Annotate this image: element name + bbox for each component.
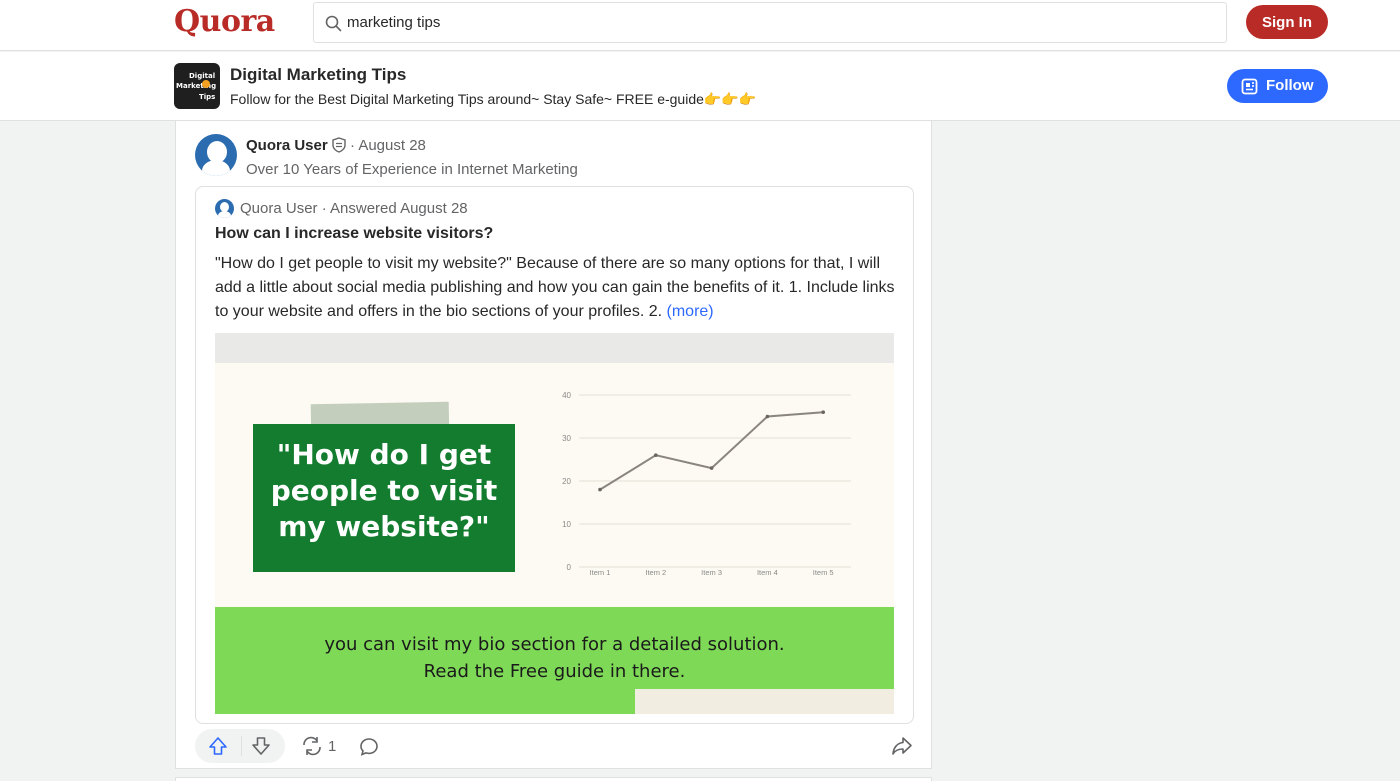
chart-x-tick-label: Item 1	[590, 568, 611, 577]
chart-x-tick-label: Item 5	[813, 568, 834, 577]
vote-divider	[241, 736, 242, 756]
space-avatar-text: Digital	[189, 72, 216, 80]
shared-answer[interactable]: Quora User · Answered August 28 How can …	[195, 186, 914, 724]
chart-series-line	[599, 411, 824, 491]
space-description: Follow for the Best Digital Marketing Ti…	[230, 91, 757, 107]
shield-icon	[332, 137, 346, 153]
chart-y-tick-label: 30	[562, 434, 571, 443]
quora-logo[interactable]: Quora	[174, 4, 275, 39]
upvote-icon[interactable]	[208, 736, 228, 756]
chart-y-tick-label: 0	[567, 563, 572, 572]
answer-text: "How do I get people to visit my website…	[215, 255, 895, 320]
comment-icon[interactable]	[359, 737, 379, 757]
answer-author-line: Quora User · Answered August 28	[240, 200, 468, 217]
chart-y-tick-label: 40	[562, 391, 571, 400]
reshare-icon[interactable]	[301, 736, 323, 756]
next-post-card	[175, 777, 932, 781]
search-input[interactable]	[347, 3, 1207, 42]
space-header: Digital Marketing Tips Digital Marketing…	[0, 52, 1400, 121]
chart-point	[821, 410, 825, 414]
chart-point	[654, 453, 658, 457]
follow-label: Follow	[1266, 77, 1314, 94]
space-title[interactable]: Digital Marketing Tips	[230, 65, 406, 85]
chart-x-tick-label: Item 3	[701, 568, 722, 577]
avatar-decoration	[202, 80, 210, 88]
vote-controls	[195, 729, 285, 763]
search-bar[interactable]	[313, 2, 1227, 43]
chart-point	[598, 487, 602, 492]
question-title[interactable]: How can I increase website visitors?	[215, 225, 493, 243]
share-icon[interactable]	[891, 736, 913, 756]
top-header: Quora Sign In	[0, 0, 1400, 51]
chart-x-tick-label: Item 2	[645, 568, 666, 577]
image-caption: you can visit my bio section for a detai…	[324, 634, 785, 655]
image-caption: Read the Free guide in there.	[423, 661, 686, 682]
chart-point	[765, 414, 770, 419]
reshare-count: 1	[328, 738, 337, 755]
follow-button[interactable]: Follow	[1227, 69, 1328, 103]
post-card: Quora User · August 28 Over 10 Years of …	[175, 121, 932, 769]
search-icon	[325, 15, 342, 32]
avatar-body	[202, 160, 230, 176]
follow-space-icon	[1241, 78, 1258, 95]
chart-y-tick-label: 20	[562, 477, 571, 486]
author-avatar[interactable]	[195, 134, 237, 176]
sign-in-button[interactable]: Sign In	[1246, 5, 1328, 39]
newspaper-decoration	[635, 689, 894, 714]
space-avatar[interactable]: Digital Marketing Tips	[174, 63, 220, 109]
answer-preview: "How do I get people to visit my website…	[215, 252, 897, 324]
author-credential: Over 10 Years of Experience in Internet …	[246, 161, 578, 178]
more-link[interactable]: (more)	[667, 303, 714, 320]
space-avatar-text: Marketing	[176, 82, 217, 90]
chart-x-tick-label: Item 4	[757, 568, 778, 577]
answer-author-avatar	[215, 199, 234, 218]
avatar-body	[218, 211, 231, 218]
answer-image[interactable]: "How do I get people to visit my website…	[215, 333, 894, 714]
post-date[interactable]: · August 28	[350, 137, 426, 154]
author-name[interactable]: Quora User	[246, 137, 328, 154]
downvote-icon[interactable]	[251, 736, 271, 756]
chart-point	[709, 466, 714, 470]
chart-y-tick-label: 10	[562, 520, 571, 529]
space-avatar-text: Tips	[199, 93, 216, 101]
